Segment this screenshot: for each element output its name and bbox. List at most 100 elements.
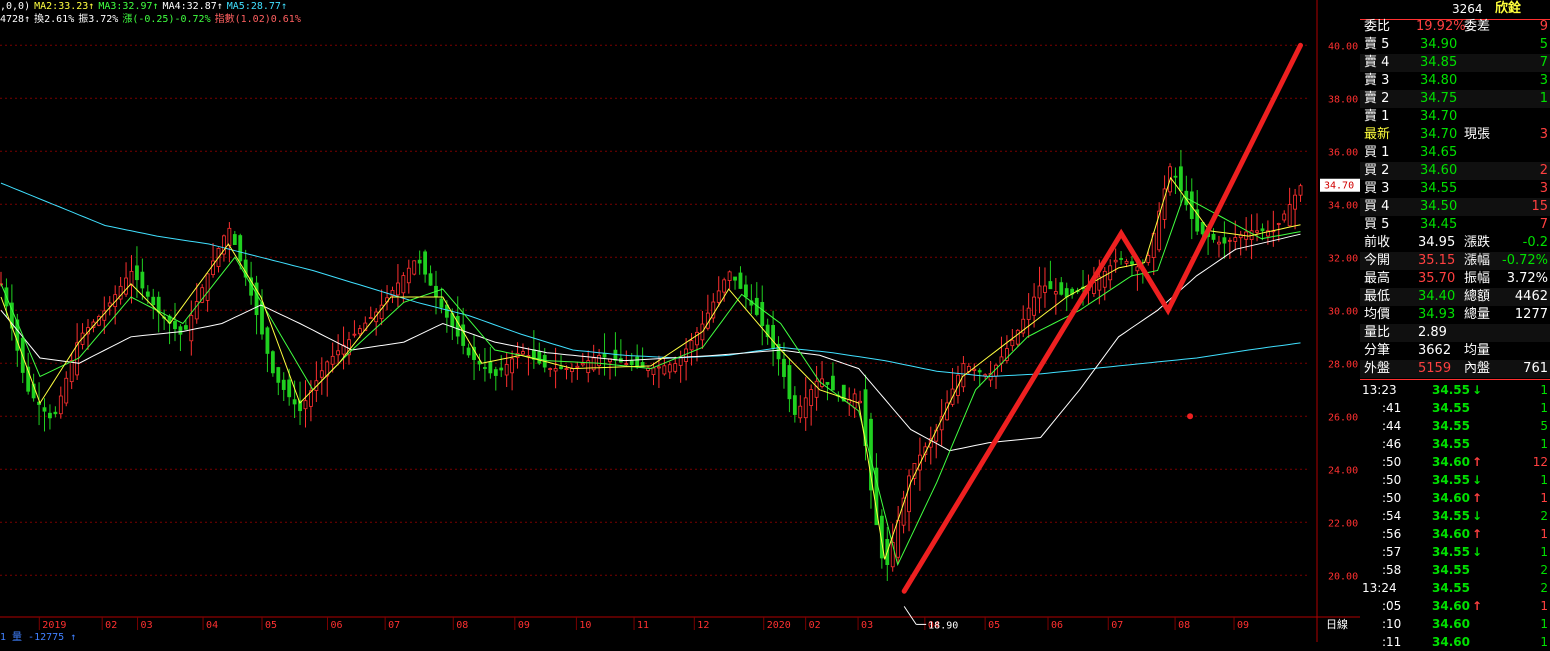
candle-body xyxy=(814,380,819,398)
candle-body xyxy=(1048,281,1053,290)
candle-body xyxy=(412,260,417,275)
bid-label: 買 1 xyxy=(1364,145,1390,160)
ask-row[interactable]: 賣 5 34.90 5 xyxy=(1360,36,1550,54)
up-arrow-icon: ↑ xyxy=(1472,527,1483,541)
y-tick-label: 26.00 xyxy=(1328,412,1358,423)
y-tick-label: 32.00 xyxy=(1328,253,1358,264)
candle-body xyxy=(760,302,765,326)
ask-row[interactable]: 賣 1 34.70 xyxy=(1360,108,1550,126)
candle-body xyxy=(276,367,281,383)
candle-body xyxy=(1124,260,1129,264)
candle-body xyxy=(1287,204,1292,227)
quote-title-row[interactable]: 3264 欣銓 xyxy=(1360,0,1550,18)
x-tick-label: 12 xyxy=(697,620,709,631)
stat-value: 34.40 xyxy=(1418,289,1456,304)
stats-row[interactable]: 今開 35.15 漲幅 -0.72% xyxy=(1360,252,1550,270)
tick-qty: 1 xyxy=(1540,473,1548,487)
candle-body xyxy=(1064,288,1069,298)
stats-row[interactable]: 外盤 5159 內盤 761 xyxy=(1360,360,1550,378)
stat-label: 量比 xyxy=(1364,325,1391,340)
candle-body xyxy=(401,275,406,294)
candle-body xyxy=(493,369,498,376)
candle-body xyxy=(319,370,324,378)
tick-time: :56 xyxy=(1382,527,1402,541)
trend-annotation-line xyxy=(901,42,1303,594)
ask-row[interactable]: 賣 2 34.75 1 xyxy=(1360,90,1550,108)
diff-value: 9 xyxy=(1539,19,1548,34)
tick-price: 34.55 xyxy=(1432,383,1470,397)
candle-body xyxy=(1119,258,1123,260)
candle-body xyxy=(1130,261,1134,265)
candle-body xyxy=(281,379,286,390)
candle-body xyxy=(1135,266,1140,272)
tick-row: :58 34.55 2 xyxy=(1360,561,1550,579)
ask-row[interactable]: 賣 3 34.80 3 xyxy=(1360,72,1550,90)
diff-label: 委差 xyxy=(1464,19,1491,34)
candle-body xyxy=(455,316,460,337)
stats-row[interactable]: 量比 2.89 xyxy=(1360,324,1550,342)
stats-row[interactable]: 前收 34.95 漲跌 -0.2 xyxy=(1360,234,1550,252)
stat-label: 分筆 xyxy=(1364,343,1391,358)
latest-qty: 3 xyxy=(1539,127,1548,142)
moving-averages xyxy=(0,176,1301,567)
candle-body xyxy=(896,519,901,558)
stat-value: 3662 xyxy=(1418,343,1452,358)
down-arrow-icon: ↓ xyxy=(1472,509,1483,523)
ask-row[interactable]: 賣 4 34.85 7 xyxy=(1360,54,1550,72)
stat-value: 34.93 xyxy=(1418,307,1456,322)
bid-row[interactable]: 買 4 34.50 15 xyxy=(1360,198,1550,216)
candle-body xyxy=(733,276,737,281)
stat-label: 均價 xyxy=(1364,307,1391,322)
ma3-line xyxy=(0,195,1301,567)
stats-row[interactable]: 分筆 3662 均量 xyxy=(1360,342,1550,360)
bid-qty: 7 xyxy=(1539,217,1548,232)
ask-label: 賣 4 xyxy=(1364,55,1390,70)
stat-label: 總額 xyxy=(1464,289,1491,304)
x-tick-label: 07 xyxy=(1111,620,1123,631)
bid-price: 34.45 xyxy=(1420,217,1458,232)
candle-body xyxy=(303,400,308,410)
candle-body xyxy=(1222,237,1227,244)
bid-row[interactable]: 買 5 34.45 7 xyxy=(1360,216,1550,234)
candle-body xyxy=(336,350,341,356)
bid-row[interactable]: 買 3 34.55 3 xyxy=(1360,180,1550,198)
candle-body xyxy=(1173,175,1178,178)
candle-body xyxy=(716,290,721,303)
tick-qty: 1 xyxy=(1540,527,1548,541)
x-tick-label: 11 xyxy=(637,620,649,631)
candle-body xyxy=(292,399,297,405)
latest-row[interactable]: 最新 34.70 現張 3 xyxy=(1360,126,1550,144)
tick-row: :10 34.60 1 xyxy=(1360,615,1550,633)
x-tick-label: 06 xyxy=(1051,620,1063,631)
bid-label: 買 4 xyxy=(1364,199,1390,214)
ask-qty: 1 xyxy=(1539,91,1548,106)
x-tick-label: 03 xyxy=(141,620,153,631)
candle-body xyxy=(972,368,977,371)
candle-body xyxy=(809,389,814,406)
bid-price: 34.55 xyxy=(1420,181,1458,196)
tick-row: :57 34.55 ↓ 1 xyxy=(1360,543,1550,561)
tick-price: 34.55 xyxy=(1432,437,1470,451)
bid-row[interactable]: 買 1 34.65 xyxy=(1360,144,1550,162)
ratio-row[interactable]: 委比 19.92% 委差 9 xyxy=(1360,18,1550,36)
bid-row[interactable]: 買 2 34.60 2 xyxy=(1360,162,1550,180)
bid-qty: 2 xyxy=(1539,163,1548,178)
ask-price: 34.70 xyxy=(1420,109,1458,124)
candle-body xyxy=(787,365,792,400)
tick-row: :44 34.55 5 xyxy=(1360,417,1550,435)
stock-code: 3264 xyxy=(1452,2,1483,16)
stats-row[interactable]: 均價 34.93 總量 1277 xyxy=(1360,306,1550,324)
candle-body xyxy=(580,363,585,366)
tick-time: :54 xyxy=(1382,509,1402,523)
price-chart[interactable]: 20.00 22.00 24.00 26.00 28.00 30.00 32.00 34.00… xyxy=(0,0,1360,642)
candle-body xyxy=(227,227,232,246)
stats-row[interactable]: 最高 35.70 振幅 3.72% xyxy=(1360,270,1550,288)
y-tick-label: 28.00 xyxy=(1328,359,1358,370)
stats-row[interactable]: 最低 34.40 總額 4462 xyxy=(1360,288,1550,306)
candle-body xyxy=(53,411,58,415)
tick-qty: 5 xyxy=(1540,419,1548,433)
ask-label: 賣 3 xyxy=(1364,73,1390,88)
ma4-line xyxy=(0,233,1301,452)
y-tick-label: 40.00 xyxy=(1328,41,1358,52)
ask-price: 34.75 xyxy=(1420,91,1458,106)
